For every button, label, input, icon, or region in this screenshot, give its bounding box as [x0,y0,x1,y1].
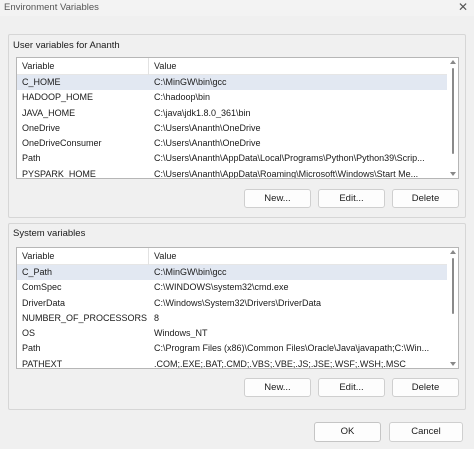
table-row[interactable]: HADOOP_HOME C:\hadoop\bin [17,90,447,105]
scroll-thumb[interactable] [452,68,454,154]
table-row[interactable]: NUMBER_OF_PROCESSORS 8 [17,311,447,326]
variable-value-cell: C:\MinGW\bin\gcc [154,77,227,87]
variable-value-cell: 8 [154,312,160,323]
variable-value-cell: C:\WINDOWS\system32\cmd.exe [154,282,289,293]
user-list-scrollbar[interactable] [449,60,457,176]
user-delete-button[interactable]: Delete [392,189,459,208]
table-row[interactable]: OneDrive C:\Users\Ananth\OneDrive [17,121,447,136]
variable-value-cell: Windows_NT [154,328,208,339]
variable-name-cell: OneDriveConsumer [22,138,102,149]
system-delete-button[interactable]: Delete [392,378,459,397]
user-edit-button[interactable]: Edit... [318,189,385,208]
variable-value-cell: C:\Users\Ananth\OneDrive [154,138,261,149]
variable-name-cell: PYSPARK_HOME [22,168,96,179]
window-title: Environment Variables [4,2,99,13]
scroll-up-icon[interactable] [450,250,456,254]
variable-value-cell: C:\Windows\System32\Drivers\DriverData [154,297,322,308]
variable-name-cell: C_Path [22,267,53,277]
variable-name-cell: Path [22,153,41,164]
cancel-button[interactable]: Cancel [389,422,463,442]
table-row[interactable]: C_HOME C:\MinGW\bin\gcc [17,75,447,91]
variable-name-cell: PATHEXT [22,358,63,369]
scroll-up-icon[interactable] [450,60,456,64]
system-variables-label: System variables [13,228,86,239]
variable-name-cell: OS [22,328,36,339]
user-variables-list[interactable]: Variable Value C_HOME C:\MinGW\bin\gcc HAD… [16,57,459,179]
column-header-variable[interactable]: Variable [22,61,54,71]
variable-value-cell: C:\Users\Ananth\AppData\Local\Programs\P… [154,153,425,164]
system-variables-list[interactable]: Variable Value C_Path C:\MinGW\bin\gcc Com… [16,247,459,369]
ok-button[interactable]: OK [314,422,381,442]
table-row[interactable]: PATHEXT .COM;.EXE;.BAT;.CMD;.VBS;.VBE;.JS… [17,357,447,369]
list-header: Variable Value [17,58,447,75]
system-list-scrollbar[interactable] [449,250,457,366]
column-header-variable[interactable]: Variable [22,251,54,261]
system-edit-button[interactable]: Edit... [318,378,385,397]
scroll-down-icon[interactable] [450,172,456,176]
user-variables-label: User variables for Ananth [13,40,120,51]
variable-name-cell: OneDrive [22,122,61,133]
variable-value-cell: C:\Users\Ananth\OneDrive [154,122,261,133]
variable-name-cell: HADOOP_HOME [22,92,94,103]
table-row[interactable]: ComSpec C:\WINDOWS\system32\cmd.exe [17,280,447,295]
column-header-value[interactable]: Value [154,61,176,71]
scroll-thumb[interactable] [452,258,454,314]
system-variables-rows: C_Path C:\MinGW\bin\gcc ComSpec C:\WINDOWS\… [17,265,447,369]
close-icon[interactable]: ✕ [458,0,468,14]
title-bar: Environment Variables ✕ [0,0,474,16]
table-row[interactable]: PYSPARK_HOME C:\Users\Ananth\AppData\Roam… [17,167,447,179]
column-divider[interactable] [148,248,149,265]
variable-value-cell: C:\java\jdk1.8.0_361\bin [154,107,251,118]
variable-name-cell: JAVA_HOME [22,107,76,118]
variable-name-cell: Path [22,343,41,354]
variable-value-cell: .COM;.EXE;.BAT;.CMD;.VBS;.VBE;.JS;.JSE;.… [154,358,406,369]
system-new-button[interactable]: New... [244,378,311,397]
table-row[interactable]: DriverData C:\Windows\System32\Drivers\Dr… [17,296,447,311]
list-header: Variable Value [17,248,447,265]
variable-name-cell: DriverData [22,297,66,308]
scroll-down-icon[interactable] [450,362,456,366]
variable-name-cell: NUMBER_OF_PROCESSORS [22,312,148,323]
user-variables-rows: C_HOME C:\MinGW\bin\gcc HADOOP_HOME C:\hado… [17,75,447,179]
table-row[interactable]: OS Windows_NT [17,326,447,341]
table-row[interactable]: JAVA_HOME C:\java\jdk1.8.0_361\bin [17,106,447,121]
user-new-button[interactable]: New... [244,189,311,208]
table-row[interactable]: OneDriveConsumer C:\Users\Ananth\OneDrive [17,136,447,151]
table-row[interactable]: Path C:\Program Files (x86)\Common Files\… [17,341,447,356]
variable-value-cell: C:\MinGW\bin\gcc [154,267,227,277]
variable-name-cell: ComSpec [22,282,62,293]
table-row[interactable]: Path C:\Users\Ananth\AppData\Local\Progra… [17,151,447,166]
variable-name-cell: C_HOME [22,77,61,87]
variable-value-cell: C:\Program Files (x86)\Common Files\Orac… [154,343,430,354]
variable-value-cell: C:\Users\Ananth\AppData\Roaming\Microsof… [154,168,419,179]
variable-value-cell: C:\hadoop\bin [154,92,211,103]
column-header-value[interactable]: Value [154,251,176,261]
table-row[interactable]: C_Path C:\MinGW\bin\gcc [17,265,447,281]
column-divider[interactable] [148,58,149,75]
